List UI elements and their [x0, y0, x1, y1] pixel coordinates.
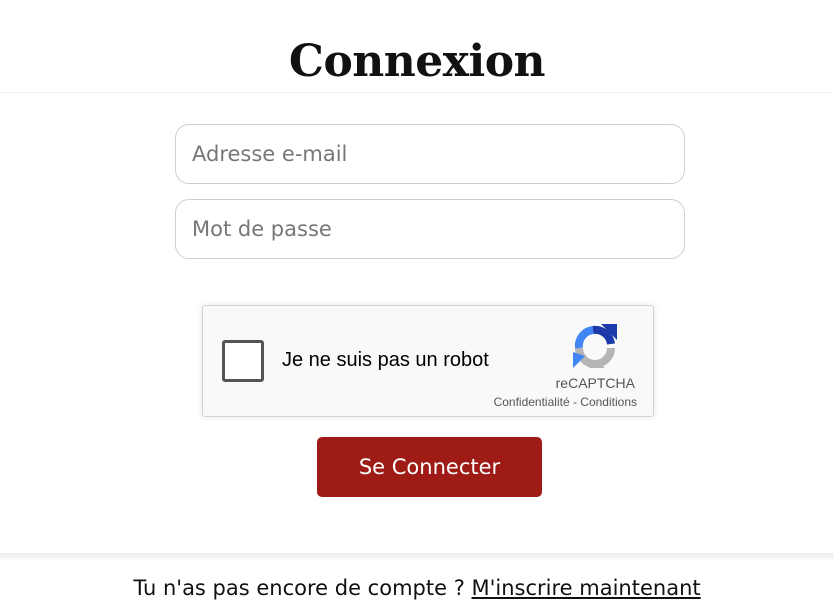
header: Connexion	[0, 0, 834, 93]
recaptcha-links: Confidentialité - Conditions	[494, 395, 637, 409]
password-field[interactable]	[175, 199, 685, 259]
recaptcha-checkbox[interactable]	[222, 340, 264, 382]
page-title: Connexion	[288, 36, 546, 87]
recaptcha-logo-icon	[573, 324, 617, 368]
login-page: Connexion Je ne suis pas un robot reCAPT…	[0, 0, 834, 604]
recaptcha-widget: Je ne suis pas un robot reCAPTCHA Confid…	[202, 305, 654, 417]
recaptcha-label: Je ne suis pas un robot	[282, 349, 489, 371]
email-field[interactable]	[175, 124, 685, 184]
submit-button[interactable]: Se Connecter	[317, 437, 542, 497]
footer-text: Tu n'as pas encore de compte ? M'inscrir…	[0, 576, 834, 600]
signup-link[interactable]: M'inscrire maintenant	[472, 576, 701, 600]
recaptcha-brand: reCAPTCHA	[555, 375, 635, 391]
recaptcha-links-separator: -	[569, 395, 581, 409]
privacy-link[interactable]: Confidentialité	[494, 395, 570, 409]
terms-link[interactable]: Conditions	[580, 395, 637, 409]
signup-prompt: Tu n'as pas encore de compte ?	[133, 576, 472, 600]
